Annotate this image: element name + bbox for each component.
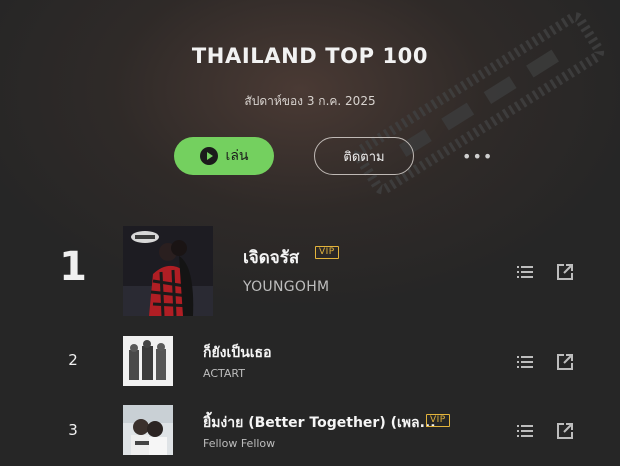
track-rank: 2 xyxy=(68,351,78,369)
play-button-label: เล่น xyxy=(225,148,249,164)
chart-week-subtitle: สัปดาห์ของ 3 ก.ค. 2025 xyxy=(244,94,376,108)
track-row[interactable]: 3 ยิ้มง่าย (Better Together) (เพล... VIP… xyxy=(0,405,620,455)
track-rank: 1 xyxy=(59,244,87,290)
album-cover[interactable] xyxy=(123,405,173,455)
share-icon[interactable] xyxy=(556,422,574,440)
page-title: THAILAND TOP 100 xyxy=(191,44,429,68)
track-artist[interactable]: ACTART xyxy=(203,367,245,380)
track-row[interactable]: 1 เจิดจรัส VIP YOUNGOHM xyxy=(0,226,620,316)
more-icon[interactable]: ••• xyxy=(462,147,493,166)
queue-icon[interactable] xyxy=(516,353,534,371)
track-artist[interactable]: Fellow Fellow xyxy=(203,437,275,450)
share-icon[interactable] xyxy=(556,353,574,371)
action-bar: เล่น ติดตาม ••• xyxy=(174,137,493,175)
queue-icon[interactable] xyxy=(516,422,534,440)
vip-badge: VIP xyxy=(315,246,339,259)
album-cover[interactable] xyxy=(123,226,213,316)
play-icon xyxy=(199,147,218,165)
track-rank: 3 xyxy=(68,421,78,439)
track-title[interactable]: ยิ้มง่าย (Better Together) (เพล... xyxy=(203,412,436,434)
track-row[interactable]: 2 ก็ยังเป็นเธอ ACTART xyxy=(0,336,620,386)
share-icon[interactable] xyxy=(556,263,574,281)
chart-header: THAILAND TOP 100 xyxy=(0,44,620,68)
play-button[interactable]: เล่น xyxy=(174,137,274,175)
vip-badge: VIP xyxy=(426,414,450,427)
track-title[interactable]: ก็ยังเป็นเธอ xyxy=(203,342,272,364)
follow-button[interactable]: ติดตาม xyxy=(314,137,414,175)
track-artist[interactable]: YOUNGOHM xyxy=(243,279,329,295)
queue-icon[interactable] xyxy=(516,263,534,281)
album-cover[interactable] xyxy=(123,336,173,386)
track-title[interactable]: เจิดจรัส xyxy=(243,244,299,271)
